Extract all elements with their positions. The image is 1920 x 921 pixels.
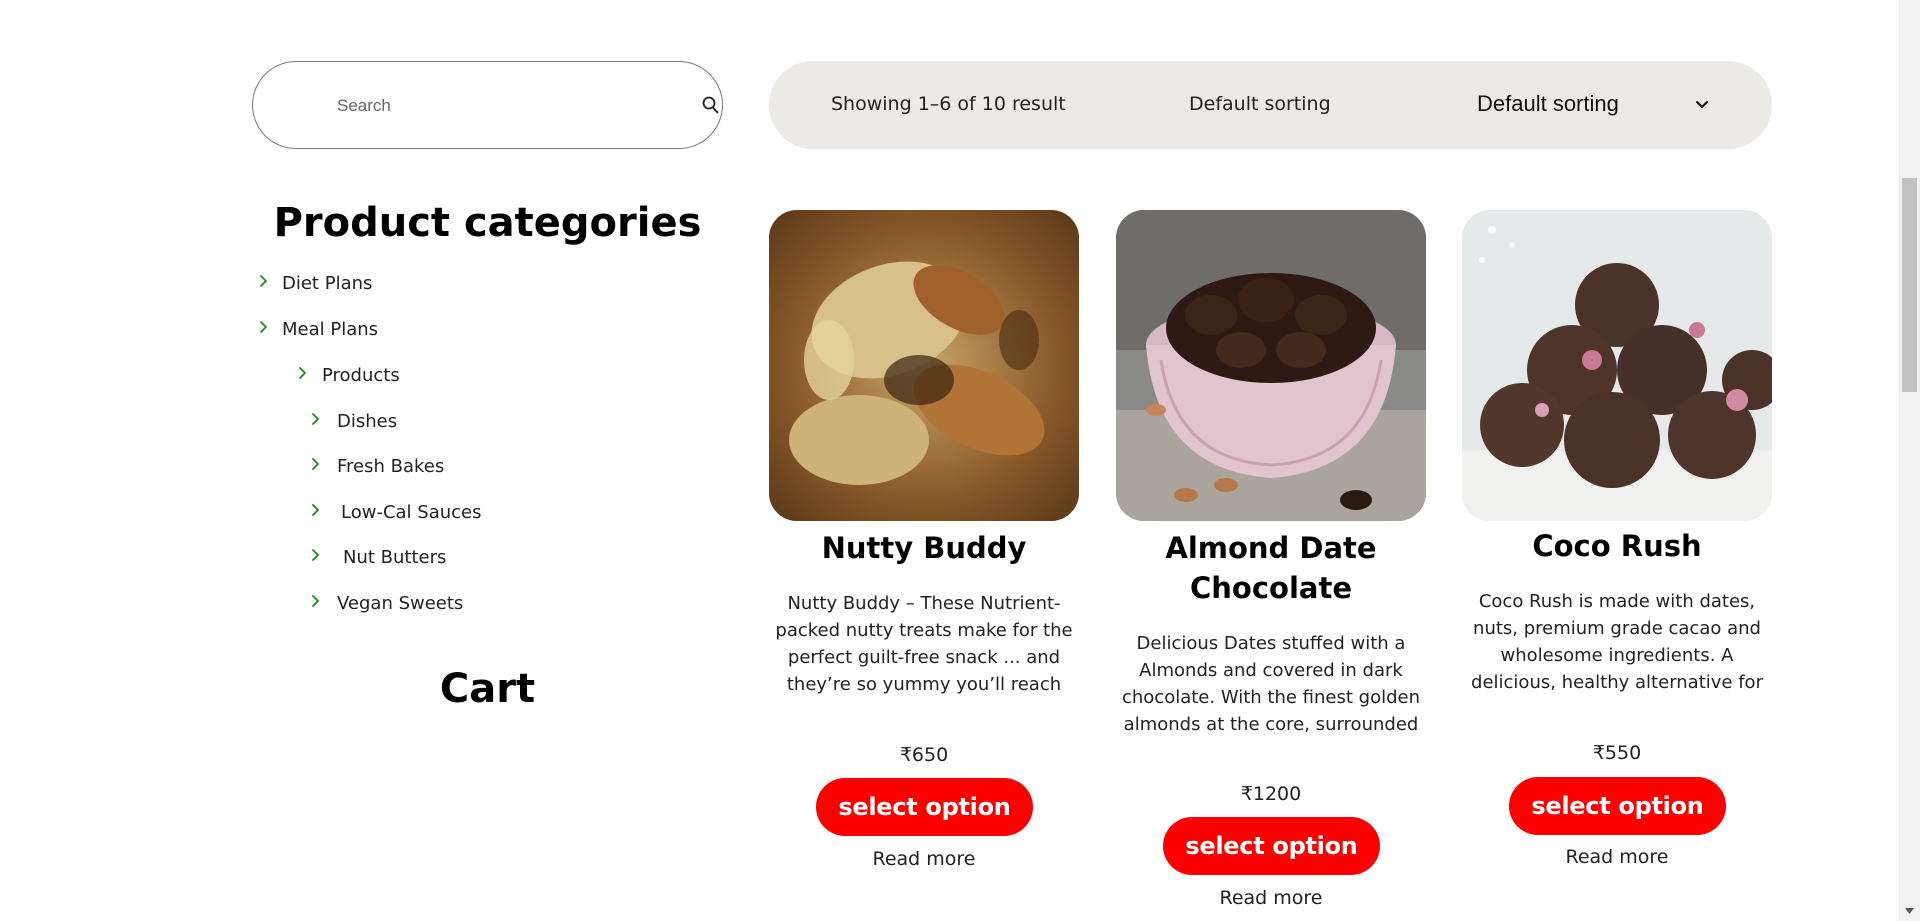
category-label: Low-Cal Sauces	[341, 501, 482, 523]
product-name[interactable]: Nutty Buddy	[769, 528, 1079, 568]
category-label: Meal Plans	[282, 318, 379, 340]
chevron-right-icon	[312, 504, 319, 516]
chevron-down-icon	[1696, 101, 1708, 108]
select-option-button[interactable]: select option	[816, 778, 1033, 836]
select-option-button[interactable]: select option	[1509, 777, 1726, 835]
chevron-right-icon	[260, 321, 267, 333]
category-item-nut-butters[interactable]: Nut Butters	[311, 542, 446, 572]
product-description: Nutty Buddy – These Nutrient-packed nutt…	[775, 593, 1073, 694]
category-item-meal-plans[interactable]: Meal Plans	[259, 314, 378, 344]
read-more-link[interactable]: Read more	[769, 848, 1079, 870]
product-card: Coco Rush Coco Rush is made with dates, …	[1462, 210, 1772, 868]
select-option-button[interactable]: select option	[1163, 817, 1380, 875]
search-input[interactable]	[337, 92, 657, 120]
read-more-link[interactable]: Read more	[1116, 887, 1426, 909]
category-item-vegan-sweets[interactable]: Vegan Sweets	[311, 588, 463, 618]
product-price: ₹650	[899, 744, 949, 766]
sort-selected-value: Default sorting	[1477, 91, 1619, 116]
category-label: Nut Butters	[343, 546, 447, 568]
category-label: Fresh Bakes	[337, 455, 445, 477]
chevron-right-icon	[299, 367, 306, 379]
product-image[interactable]	[1462, 210, 1772, 521]
scrollbar-thumb[interactable]	[1902, 178, 1917, 392]
shop-toolbar: Showing 1–6 of 10 result Default sorting…	[769, 61, 1772, 149]
product-image[interactable]	[1116, 210, 1426, 521]
product-price: ₹1200	[1240, 783, 1302, 805]
cart-title: Cart	[439, 666, 536, 712]
product-description: Delicious Dates stuffed with a Almonds a…	[1121, 633, 1420, 734]
category-label: Dishes	[337, 410, 398, 432]
product-card: Nutty Buddy Nutty Buddy – These Nutrient…	[769, 210, 1079, 870]
scrollbar-track[interactable]	[1899, 0, 1920, 921]
sort-label: Default sorting	[1189, 93, 1331, 115]
product-price: ₹550	[1592, 742, 1642, 764]
category-item-diet-plans[interactable]: Diet Plans	[259, 268, 372, 298]
product-image[interactable]	[769, 210, 1079, 521]
scroll-down-arrow-icon[interactable]	[1903, 906, 1916, 916]
chevron-right-icon	[312, 595, 319, 607]
category-label: Vegan Sweets	[337, 592, 464, 614]
chevron-right-icon	[312, 458, 319, 470]
sort-select[interactable]: Default sorting	[1477, 83, 1717, 127]
read-more-link[interactable]: Read more	[1462, 846, 1772, 868]
search-icon[interactable]	[701, 94, 721, 116]
category-item-fresh-bakes[interactable]: Fresh Bakes	[311, 451, 444, 481]
category-item-products[interactable]: Products	[298, 360, 400, 390]
category-item-dishes[interactable]: Dishes	[311, 406, 397, 436]
chevron-right-icon	[260, 275, 267, 287]
product-name[interactable]: Coco Rush	[1462, 526, 1772, 566]
product-card: Almond Date Chocolate Delicious Dates st…	[1116, 210, 1426, 909]
chevron-right-icon	[312, 549, 319, 561]
chevron-right-icon	[312, 413, 319, 425]
category-item-low-cal-sauces[interactable]: Low-Cal Sauces	[311, 497, 481, 527]
search-box[interactable]	[252, 61, 723, 149]
product-categories-title: Product categories	[273, 200, 702, 246]
product-name[interactable]: Almond Date Chocolate	[1116, 528, 1426, 608]
result-count: Showing 1–6 of 10 result	[831, 93, 1066, 115]
category-label: Products	[322, 364, 400, 386]
product-description: Coco Rush is made with dates, nuts, prem…	[1471, 591, 1763, 692]
category-label: Diet Plans	[282, 272, 373, 294]
